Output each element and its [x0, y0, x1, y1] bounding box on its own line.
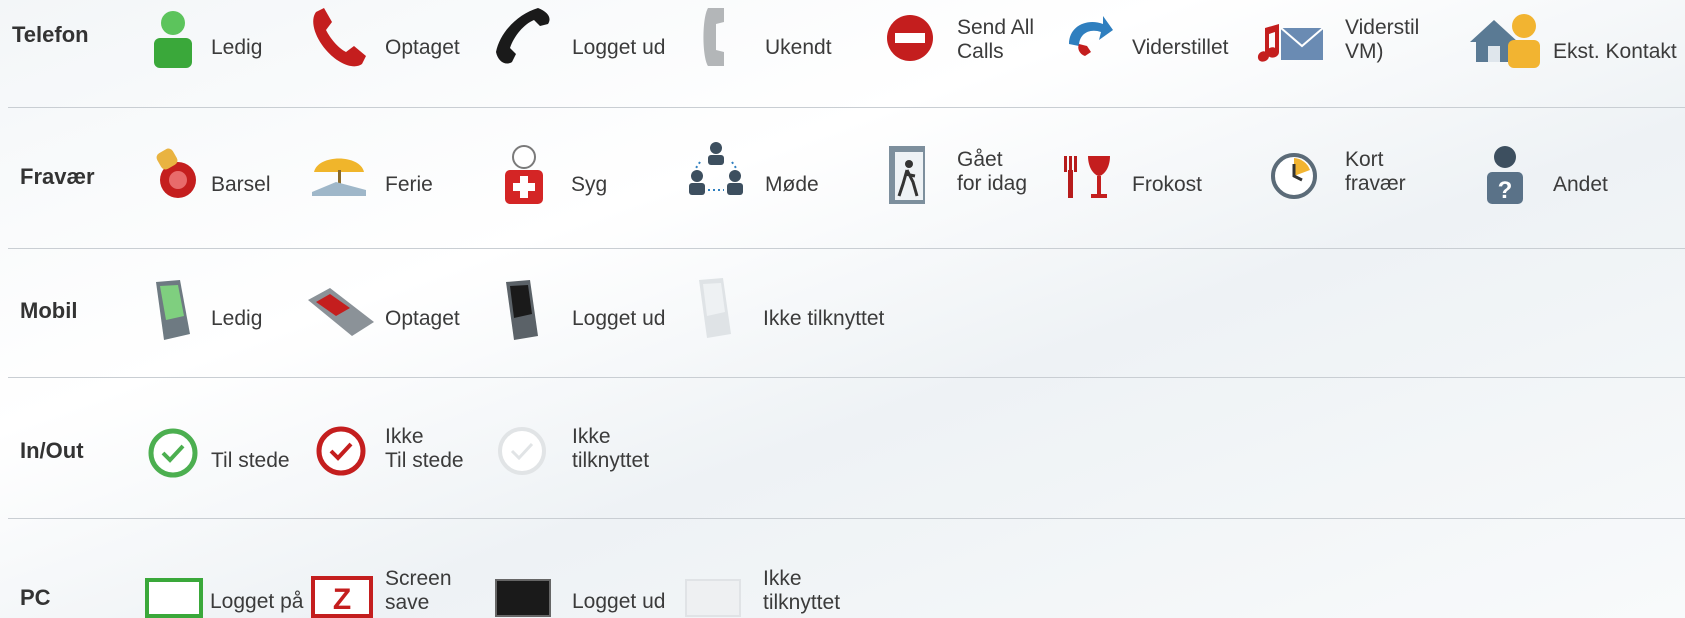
person-green-icon [154, 11, 192, 68]
clock-red-icon [316, 426, 366, 476]
lunch-icon [1064, 156, 1110, 198]
status-label: Ikke tilknyttet [763, 307, 885, 330]
svg-text:?: ? [1498, 177, 1513, 204]
status-label: Send All Calls [957, 16, 1035, 63]
monitor-black-icon [495, 579, 551, 617]
clock-grey-icon [498, 427, 546, 475]
separator [8, 107, 1685, 108]
no-entry-icon [887, 15, 933, 61]
status-label: Ledig [211, 36, 263, 59]
status-label: Ikke tilknyttet [763, 567, 841, 614]
status-label: Viderstil VM) [1345, 16, 1420, 63]
status-label: Til stede [211, 449, 290, 472]
status-label: Syg [571, 173, 608, 196]
sick-icon [505, 145, 543, 204]
status-label: Kort fravær [1345, 148, 1406, 195]
status-label: Logget på [210, 590, 304, 613]
status-label: Optaget [385, 307, 460, 330]
status-label: Logget ud [572, 307, 666, 330]
separator [8, 377, 1685, 378]
status-label: Ukendt [765, 36, 832, 59]
status-label: Ikke tilknyttet [572, 425, 650, 472]
category-mobil: Mobil [20, 298, 78, 323]
category-in-out: In/Out [20, 438, 84, 463]
separator [8, 518, 1685, 519]
voicemail-icon [1257, 24, 1324, 62]
phone-grey-icon [703, 8, 724, 66]
monitor-grey-icon [685, 579, 741, 617]
status-label: Gået for idag [957, 148, 1028, 195]
separator [8, 248, 1685, 249]
clock-green-icon [148, 428, 198, 478]
status-label: Andet [1553, 173, 1608, 196]
category-telefon: Telefon [12, 22, 89, 47]
mobile-black-icon [506, 280, 538, 340]
status-label: Logget ud [572, 590, 666, 613]
status-label: Barsel [211, 173, 271, 196]
status-label: Screen save [385, 567, 452, 614]
status-label: Ledig [211, 307, 263, 330]
phone-red-icon [313, 8, 366, 67]
forward-icon [1069, 16, 1113, 56]
status-label: Ikke Til stede [385, 425, 464, 472]
mobile-red-icon [308, 288, 374, 336]
door-exit-icon [889, 146, 925, 204]
status-label: Logget ud [572, 36, 666, 59]
short-absence-clock-icon [1271, 153, 1317, 199]
status-label: Møde [765, 173, 819, 196]
category-pc: PC [20, 585, 51, 610]
status-label: Optaget [385, 36, 460, 59]
screensaver-icon: Z [311, 576, 373, 618]
external-contact-icon [1470, 14, 1540, 68]
status-label: Ferie [385, 173, 433, 196]
person-question-icon: ? [1487, 146, 1523, 204]
status-label: Ekst. Kontakt [1553, 40, 1677, 63]
mobile-grey-icon [699, 278, 731, 338]
pacifier-icon [156, 148, 196, 198]
monitor-green-icon [145, 578, 203, 618]
mobile-green-icon [156, 280, 190, 340]
phone-black-icon [496, 8, 550, 64]
category-fravaer: Fravær [20, 164, 95, 189]
beach-icon [312, 158, 366, 196]
status-label: Viderstillet [1132, 36, 1229, 59]
svg-text:Z: Z [333, 583, 351, 616]
status-label: Frokost [1132, 173, 1203, 196]
meeting-icon [689, 142, 743, 195]
